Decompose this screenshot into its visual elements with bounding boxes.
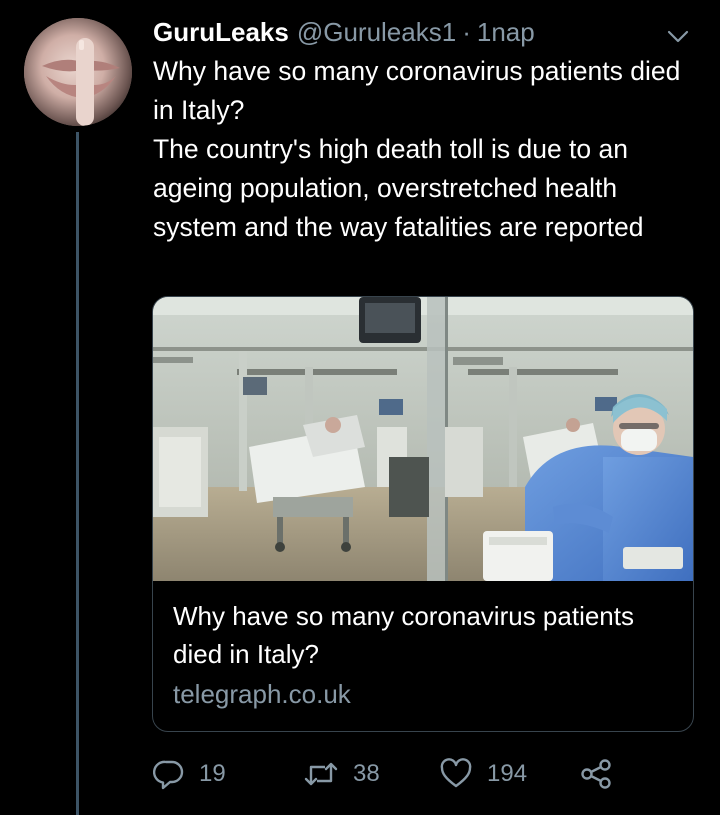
like-count: 194 [487,760,528,787]
share-button[interactable] [579,756,613,792]
author-name[interactable]: GuruLeaks [153,17,289,48]
retweet-button[interactable]: 38 [303,756,380,792]
tweet-text: Why have so many coronavirus patients di… [153,52,698,247]
avatar[interactable] [24,18,132,126]
reply-icon [153,758,185,790]
tweet[interactable]: GuruLeaks @Guruleaks1 · 1nap Why have so… [0,0,720,815]
timestamp[interactable]: 1nap [477,17,535,48]
reply-button[interactable]: 19 [153,756,226,792]
hospital-photo [153,297,693,581]
author-handle[interactable]: @Guruleaks1 [297,17,456,48]
card-image[interactable] [153,297,693,581]
card-title[interactable]: Why have so many coronavirus patients di… [173,597,673,673]
avatar-image [24,18,132,126]
tweet-text-line: Why have so many coronavirus patients di… [153,56,681,125]
like-button[interactable]: 194 [439,756,527,792]
tweet-text-line: The country's high death toll is due to … [153,134,644,242]
thread-line [76,132,79,815]
separator-dot: · [462,16,471,47]
retweet-count: 38 [353,760,380,787]
chevron-down-icon[interactable] [664,22,692,50]
card-text[interactable]: Why have so many coronavirus patients di… [173,597,673,713]
card-domain[interactable]: telegraph.co.uk [173,675,673,713]
reply-count: 19 [199,760,226,787]
link-card[interactable]: Why have so many coronavirus patients di… [152,296,694,732]
retweet-icon [303,758,339,790]
tweet-header: GuruLeaks @Guruleaks1 · 1nap [153,14,535,50]
heart-icon [439,758,473,790]
share-icon [579,758,613,790]
